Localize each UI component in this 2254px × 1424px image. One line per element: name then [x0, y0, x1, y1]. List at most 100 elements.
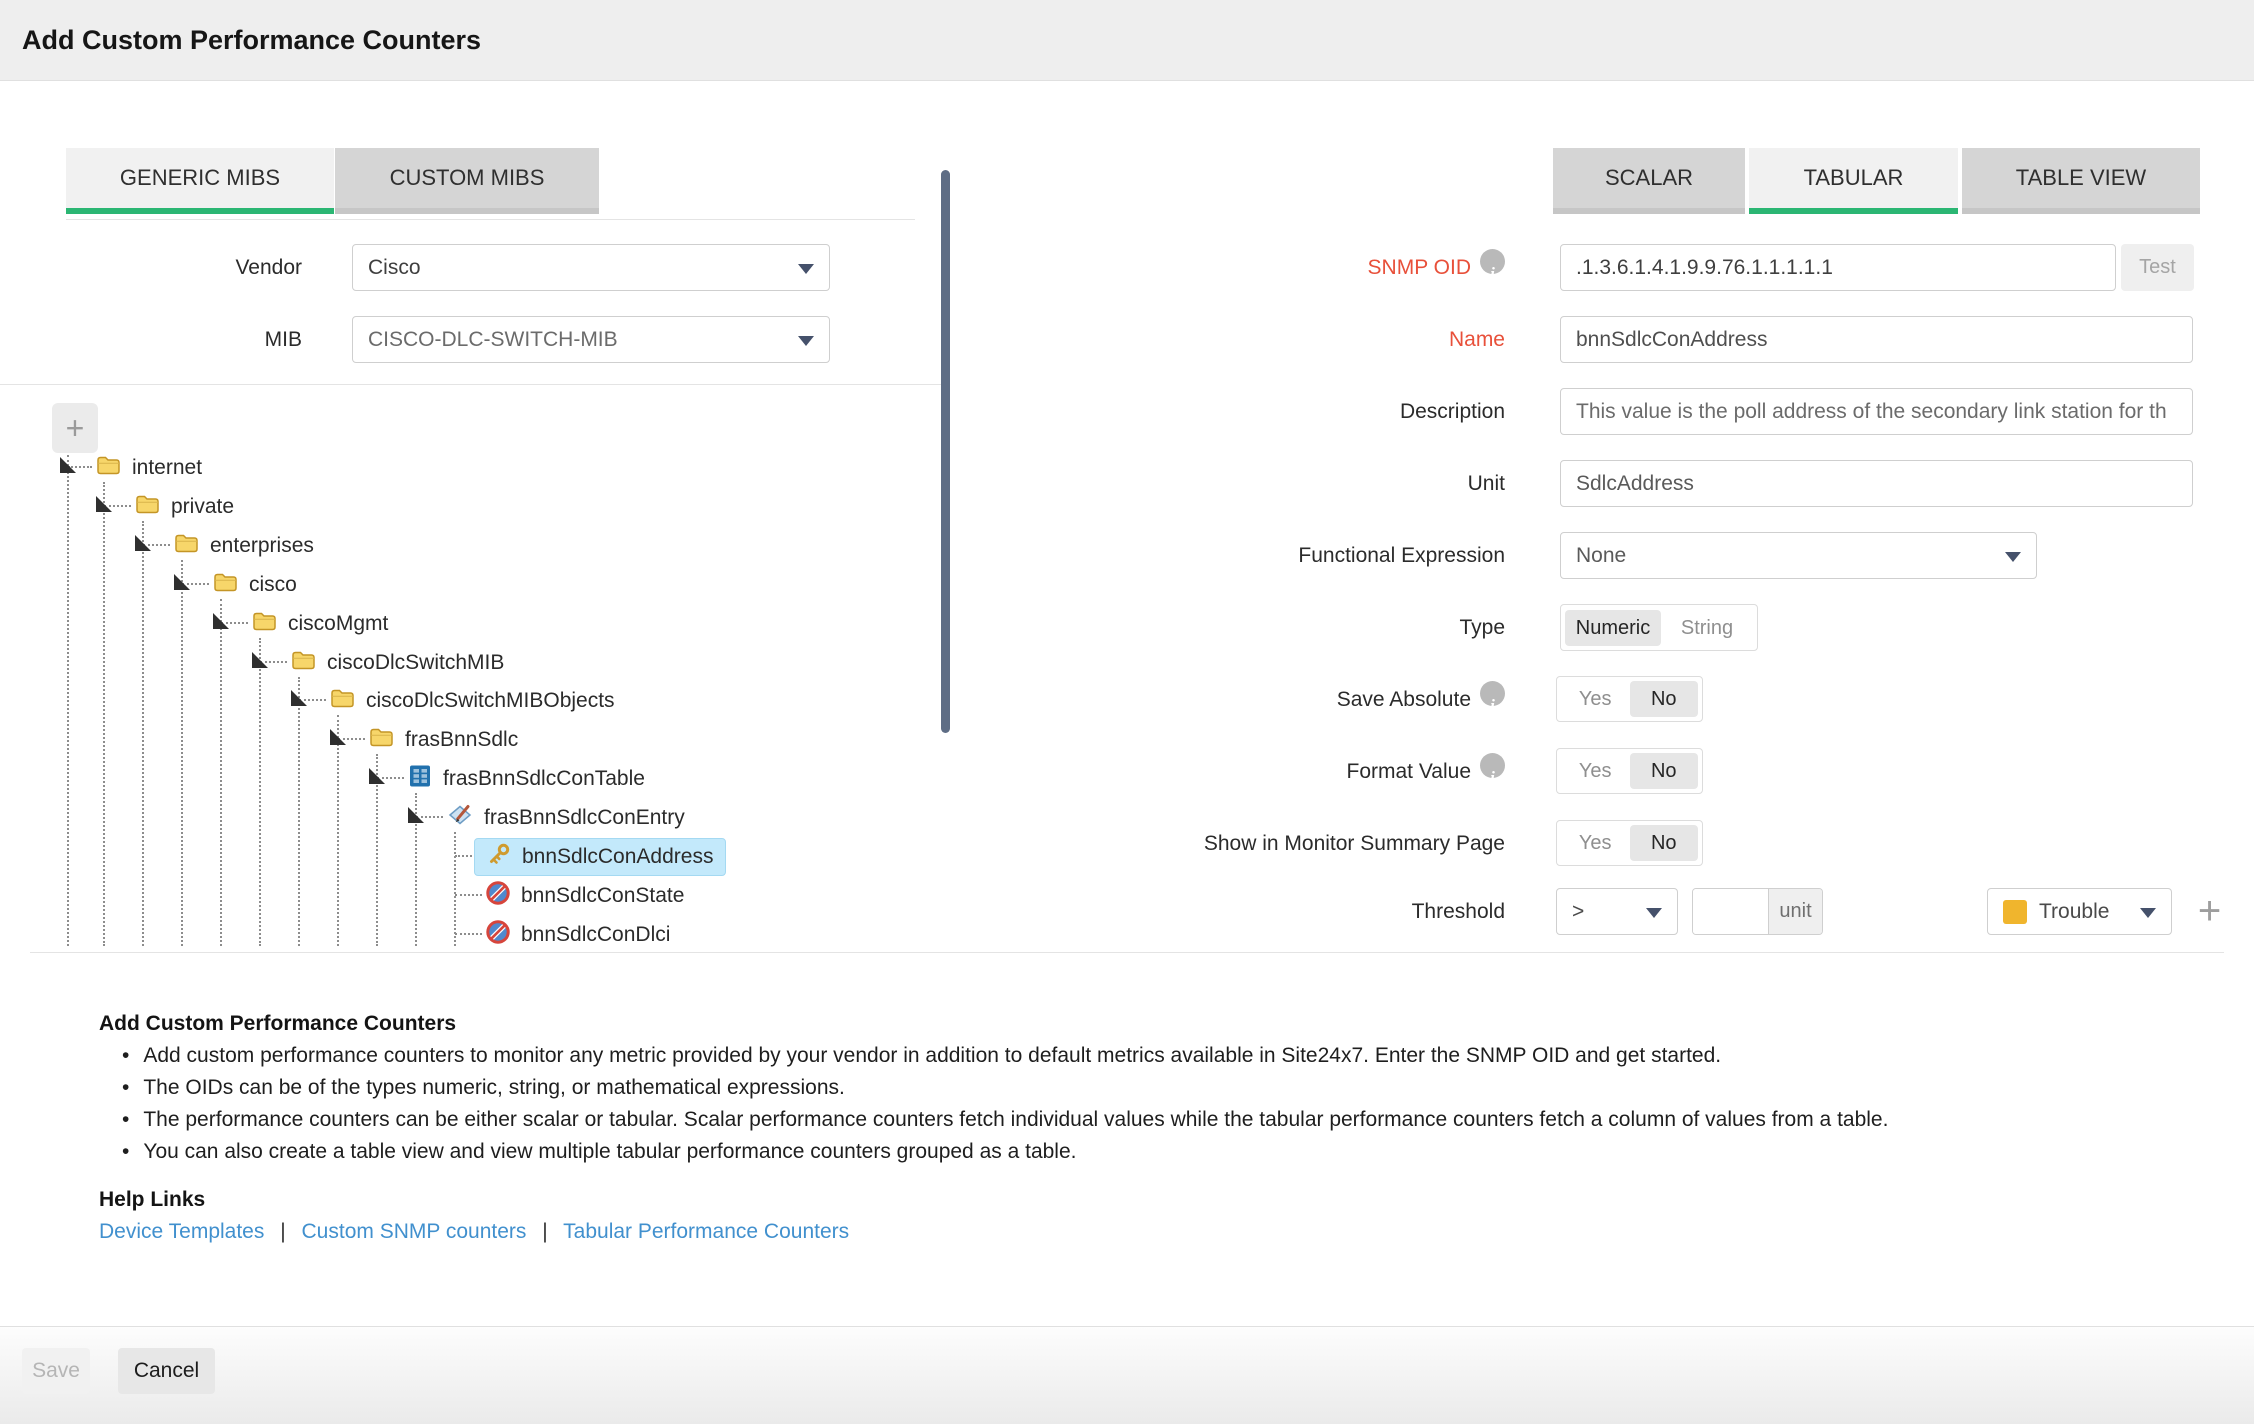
tree-node-frasbnnsdlc[interactable]: frasBnnSdlc: [369, 722, 518, 758]
unit-input[interactable]: SdlcAddress: [1560, 460, 2193, 507]
tree-expand-toggle-icon[interactable]: [291, 690, 307, 706]
snmp-oid-value: .1.3.6.1.4.1.9.9.76.1.1.1.1.1: [1576, 256, 1833, 280]
tab-table-view-label: TABLE VIEW: [2016, 165, 2146, 191]
tab-custom-mibs-label: CUSTOM MIBS: [390, 165, 545, 191]
tree-guide-line: [142, 521, 144, 946]
info-icon[interactable]: [1480, 249, 1505, 274]
tab-tabular[interactable]: TABULAR: [1749, 148, 1958, 214]
vendor-select[interactable]: Cisco: [352, 244, 830, 291]
type-option-string[interactable]: String: [1661, 610, 1753, 646]
threshold-operator-select[interactable]: >: [1556, 888, 1678, 935]
tree-expand-toggle-icon[interactable]: [96, 496, 112, 512]
tree-node-bnnsdlcconaddress[interactable]: bnnSdlcConAddress: [474, 838, 726, 876]
threshold-operator-value: >: [1572, 900, 1584, 924]
plus-icon: +: [66, 410, 85, 447]
format-value-yes[interactable]: Yes: [1561, 753, 1630, 789]
link-custom-snmp-counters[interactable]: Custom SNMP counters: [302, 1220, 527, 1243]
functional-expression-value: None: [1576, 544, 1626, 568]
tree-node-label: frasBnnSdlc: [405, 728, 518, 752]
cancel-button[interactable]: Cancel: [118, 1348, 215, 1394]
info-icon[interactable]: [1480, 681, 1505, 706]
snmp-oid-input[interactable]: .1.3.6.1.4.1.9.9.76.1.1.1.1.1: [1560, 244, 2116, 291]
folder-icon: [174, 533, 199, 560]
tree-expand-all-button[interactable]: +: [52, 403, 98, 453]
tree-connector: [455, 933, 482, 935]
tree-guide-line: [103, 482, 105, 946]
tree-node-enterprises[interactable]: enterprises: [174, 528, 314, 564]
tree-expand-toggle-icon[interactable]: [408, 807, 424, 823]
description-input[interactable]: This value is the poll address of the se…: [1560, 388, 2193, 435]
tree-node-private[interactable]: private: [135, 489, 234, 525]
show-in-summary-no[interactable]: No: [1630, 825, 1699, 861]
tab-table-view[interactable]: TABLE VIEW: [1962, 148, 2200, 214]
tree-node-label: enterprises: [210, 534, 314, 558]
tree-expand-toggle-icon[interactable]: [174, 574, 190, 590]
show-in-summary-yes[interactable]: Yes: [1561, 825, 1630, 861]
tree-node-ciscodlcswitchmibobjects[interactable]: ciscoDlcSwitchMIBObjects: [330, 683, 615, 719]
tree-node-cisco[interactable]: cisco: [213, 567, 297, 603]
tree-node-label: frasBnnSdlcConEntry: [484, 806, 685, 830]
threshold-unit-suffix: unit: [1768, 889, 1822, 934]
save-absolute-label: Save Absolute: [1000, 676, 1505, 723]
tree-node-label: ciscoMgmt: [288, 612, 388, 636]
folder-icon: [369, 727, 394, 754]
tree-expand-toggle-icon[interactable]: [330, 729, 346, 745]
info-icon[interactable]: [1480, 753, 1505, 778]
show-in-summary-label: Show in Monitor Summary Page: [1000, 820, 1505, 867]
tree-node-internet[interactable]: internet: [96, 450, 202, 486]
mib-label: MIB: [100, 316, 302, 363]
name-input[interactable]: bnnSdlcConAddress: [1560, 316, 2193, 363]
tree-expand-toggle-icon[interactable]: [135, 535, 151, 551]
left-tabs-divider: [66, 219, 915, 220]
test-button[interactable]: Test: [2121, 244, 2194, 291]
footer-bar: [0, 1326, 2254, 1424]
functional-expression-select[interactable]: None: [1560, 532, 2037, 579]
functional-expression-label: Functional Expression: [1000, 532, 1505, 579]
chevron-down-icon: [798, 336, 814, 346]
tree-node-bnnsdlccondlci[interactable]: bnnSdlcConDlci: [486, 917, 670, 953]
left-panel-divider: [0, 384, 941, 385]
help-bullet: •You can also create a table view and vi…: [122, 1140, 1076, 1164]
type-option-numeric[interactable]: Numeric: [1565, 610, 1661, 646]
tree-expand-toggle-icon[interactable]: [60, 457, 76, 473]
tree-node-label: bnnSdlcConState: [521, 884, 684, 908]
threshold-value-input[interactable]: [1693, 889, 1768, 934]
tab-scalar-label: SCALAR: [1605, 165, 1693, 191]
tab-scalar[interactable]: SCALAR: [1553, 148, 1745, 214]
add-threshold-button[interactable]: +: [2186, 888, 2233, 935]
tree-guide-line: [181, 560, 183, 946]
help-bullet: •The performance counters can be either …: [122, 1108, 1888, 1132]
link-tabular-performance-counters[interactable]: Tabular Performance Counters: [563, 1220, 849, 1243]
tree-guide-line: [454, 832, 456, 946]
page-title: Add Custom Performance Counters: [22, 0, 2254, 80]
tree-node-frasbnnsdlccontable[interactable]: frasBnnSdlcConTable: [408, 761, 645, 797]
folder-icon: [96, 455, 121, 482]
tree-node-ciscomgmt[interactable]: ciscoMgmt: [252, 606, 388, 642]
tree-node-frasbnnsdlcconentry[interactable]: frasBnnSdlcConEntry: [447, 800, 685, 836]
folder-icon: [291, 650, 316, 677]
tree-node-label: cisco: [249, 573, 297, 597]
link-device-templates[interactable]: Device Templates: [99, 1220, 264, 1243]
unit-label: Unit: [1000, 460, 1505, 507]
tree-node-bnnsdlcconstate[interactable]: bnnSdlcConState: [486, 878, 684, 914]
threshold-severity-select[interactable]: Trouble: [1987, 888, 2172, 935]
tab-generic-mibs[interactable]: GENERIC MIBS: [66, 148, 334, 214]
save-absolute-yes[interactable]: Yes: [1561, 681, 1630, 717]
tree-expand-toggle-icon[interactable]: [369, 768, 385, 784]
tab-custom-mibs[interactable]: CUSTOM MIBS: [335, 148, 599, 214]
tree-expand-toggle-icon[interactable]: [213, 613, 229, 629]
tree-node-ciscodlcswitchmib[interactable]: ciscoDlcSwitchMIB: [291, 645, 504, 681]
unit-value: SdlcAddress: [1576, 472, 1694, 496]
save-absolute-no[interactable]: No: [1630, 681, 1699, 717]
tree-node-label: bnnSdlcConAddress: [522, 845, 713, 869]
mib-select[interactable]: CISCO-DLC-SWITCH-MIB: [352, 316, 830, 363]
no-access-icon: [486, 881, 510, 911]
show-in-summary-toggle: Yes No: [1556, 820, 1703, 866]
tree-expand-toggle-icon[interactable]: [252, 652, 268, 668]
format-value-no[interactable]: No: [1630, 753, 1699, 789]
help-bullet: •The OIDs can be of the types numeric, s…: [122, 1076, 845, 1100]
tree-guide-line: [259, 638, 261, 946]
save-button[interactable]: Save: [22, 1348, 90, 1394]
vendor-value: Cisco: [368, 256, 421, 280]
panel-scrollbar-thumb[interactable]: [941, 170, 950, 733]
